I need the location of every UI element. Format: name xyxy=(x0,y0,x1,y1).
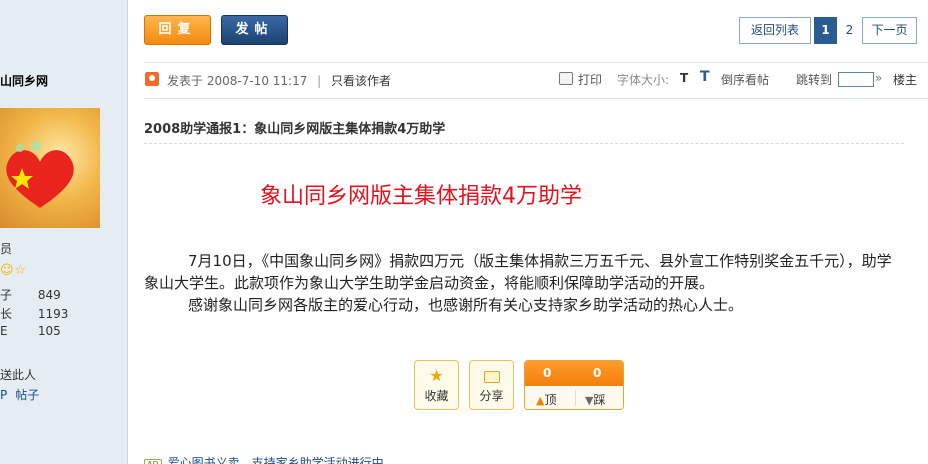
heart-flag-icon xyxy=(6,141,74,208)
stat-value: 849 xyxy=(37,288,61,302)
vote-box: 0 0 ▲顶 ▼踩 xyxy=(524,360,624,410)
favorite-button[interactable]: ★ 收藏 xyxy=(414,360,459,410)
page-2-link[interactable]: 2 xyxy=(838,17,861,44)
divider xyxy=(144,98,928,99)
author-sidebar: 山同乡网 员 ☺☆ 子 849 长 1193 E 105 送此人 P 帖子 xyxy=(0,0,128,464)
stat-value: 1193 xyxy=(37,307,69,321)
posted-at-label: 发表于 xyxy=(167,74,204,88)
divider xyxy=(144,62,928,63)
up-count: 0 xyxy=(543,366,552,380)
rank-stars-icon: ☺☆ xyxy=(0,263,28,278)
new-post-button[interactable]: 发帖 xyxy=(221,15,288,45)
author-posts-link[interactable]: P 帖子 xyxy=(0,386,39,403)
upvote-button[interactable]: ▲顶 xyxy=(536,391,556,408)
post-paragraph: 7月10日，《中国象山同乡网》捐款四万元（版主集体捐款三万五千元、县外宣工作特别… xyxy=(144,252,892,292)
next-page-button[interactable]: 下一页 xyxy=(862,17,917,44)
post-headline: 象山同乡网版主集体捐款4万助学 xyxy=(260,184,582,209)
vote-divider xyxy=(575,390,576,406)
font-size-label: 字体大小: xyxy=(617,73,670,87)
author-site-name[interactable]: 山同乡网 xyxy=(0,72,48,89)
downvote-label: 踩 xyxy=(593,393,606,407)
jump-go-button[interactable]: » xyxy=(875,71,882,85)
share-label: 分享 xyxy=(479,389,504,403)
contact-author-link[interactable]: 送此人 xyxy=(0,366,36,383)
avatar[interactable] xyxy=(0,108,100,228)
back-to-list-button[interactable]: 返回列表 xyxy=(739,17,811,44)
ad-tag: AD xyxy=(144,459,162,464)
stat-row: E 105 xyxy=(0,324,128,338)
stat-value: 105 xyxy=(37,324,61,338)
post-meta: 发表于 2008-7-10 11:17 | 只看该作者 xyxy=(167,72,391,89)
upvote-label: 顶 xyxy=(544,393,557,407)
vote-counts: 0 0 xyxy=(525,361,623,386)
share-button[interactable]: 分享 xyxy=(469,360,514,410)
ad-text: 爱心图书义卖，支持家乡助学活动进行中 xyxy=(167,456,384,464)
author-posts-prefix: P xyxy=(0,388,8,402)
author-posts-label: 帖子 xyxy=(15,388,40,402)
jump-to-floor-input[interactable] xyxy=(838,72,874,87)
font-small-button[interactable]: T xyxy=(680,71,688,85)
print-link[interactable]: 打印 xyxy=(578,71,602,88)
downvote-button[interactable]: ▼踩 xyxy=(585,391,605,408)
user-icon xyxy=(145,72,159,86)
meta-separator: | xyxy=(317,74,322,88)
divider xyxy=(144,143,904,144)
author-rank: 员 xyxy=(0,242,13,256)
stat-row: 子 849 xyxy=(0,286,128,303)
favorite-label: 收藏 xyxy=(424,389,449,403)
vote-buttons: ▲顶 ▼踩 xyxy=(525,386,623,409)
font-large-button[interactable]: T xyxy=(700,69,710,85)
stat-key: 子 xyxy=(0,288,13,302)
reverse-order-link[interactable]: 倒序看帖 xyxy=(721,71,769,88)
post-body: 7月10日，《中国象山同乡网》捐款四万元（版主集体捐款三万五千元、县外宣工作特别… xyxy=(144,250,906,316)
stat-key: E xyxy=(0,324,8,338)
jump-to-label: 跳转到 xyxy=(796,73,833,87)
post-title: 2008助学通报1：象山同乡网版主集体捐款4万助学 xyxy=(144,122,446,137)
floor-label: 楼主 xyxy=(893,73,918,87)
stat-row: 长 1193 xyxy=(0,305,128,322)
star-icon: ★ xyxy=(429,366,444,385)
printer-icon[interactable] xyxy=(559,72,573,85)
post-paragraph: 感谢象山同乡网各版主的爱心行动，也感谢所有关心支持家乡助学活动的热心人士。 xyxy=(188,296,744,314)
stat-key: 长 xyxy=(0,307,13,321)
posted-at: 2008-7-10 11:17 xyxy=(206,74,308,88)
ad-link[interactable]: AD 爱心图书义卖，支持家乡助学活动进行中 xyxy=(144,454,384,464)
reply-button[interactable]: 回复 xyxy=(144,15,211,45)
only-author-link[interactable]: 只看该作者 xyxy=(331,74,391,88)
share-icon xyxy=(483,371,500,383)
current-page: 1 xyxy=(814,17,837,44)
down-count: 0 xyxy=(593,366,602,380)
